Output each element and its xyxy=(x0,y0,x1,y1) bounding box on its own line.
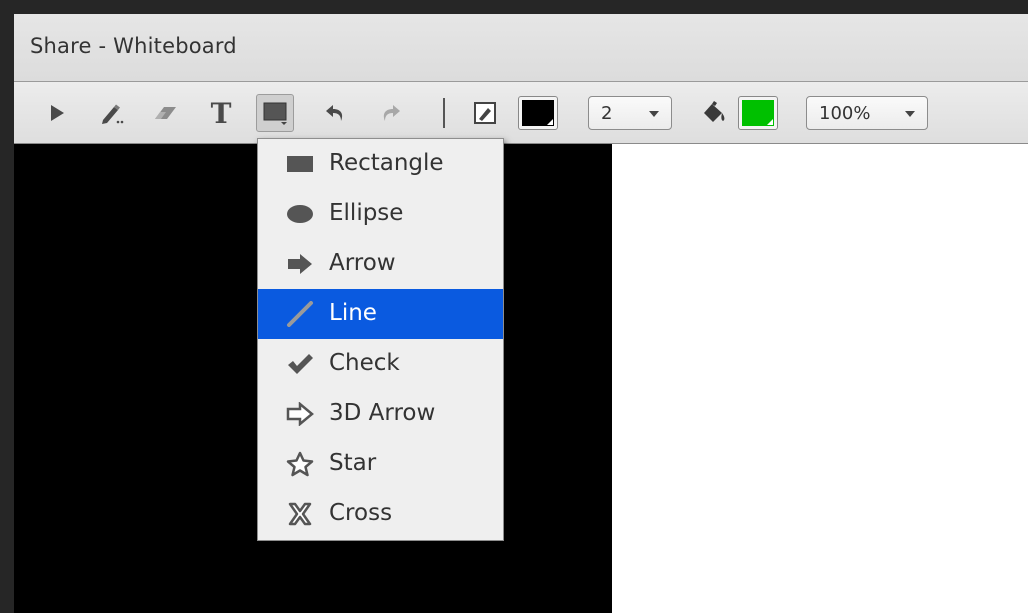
fill-color-swatch[interactable] xyxy=(738,96,778,130)
menu-item-label: Star xyxy=(329,450,377,476)
3d-arrow-icon xyxy=(284,401,316,427)
menu-item-star[interactable]: Star xyxy=(258,439,503,489)
menu-item-cross[interactable]: Cross xyxy=(258,489,503,539)
line-icon xyxy=(284,301,316,327)
whiteboard-toolbar: T 2 100% xyxy=(14,82,1028,144)
shape-menu: Rectangle Ellipse Arrow Line Check 3D Ar… xyxy=(257,138,504,541)
text-tool-button[interactable]: T xyxy=(202,94,240,132)
swatch-dropdown-corner xyxy=(547,119,553,125)
window-title: Share - Whiteboard xyxy=(30,34,237,58)
zoom-value: 100% xyxy=(819,103,871,124)
stroke-width-value: 2 xyxy=(601,103,613,124)
text-icon: T xyxy=(210,96,232,130)
eraser-icon xyxy=(155,107,176,119)
zoom-dropdown[interactable]: 100% xyxy=(806,96,928,130)
selection-tool-button[interactable] xyxy=(38,94,76,132)
undo-button[interactable] xyxy=(316,94,354,132)
chevron-down-icon xyxy=(905,111,915,117)
stroke-style-button[interactable] xyxy=(466,94,504,132)
redo-icon xyxy=(383,105,400,121)
menu-item-rectangle[interactable]: Rectangle xyxy=(258,139,503,189)
shapes-tool-button[interactable] xyxy=(256,94,294,132)
check-icon xyxy=(284,351,316,377)
ellipse-icon xyxy=(284,201,316,227)
fill-bucket-button[interactable] xyxy=(694,94,732,132)
menu-item-line[interactable]: Line xyxy=(258,289,503,339)
eraser-tool-button[interactable] xyxy=(146,94,184,132)
menu-item-label: Ellipse xyxy=(329,200,404,226)
undo-icon xyxy=(326,105,343,121)
rectangle-icon xyxy=(284,151,316,177)
chevron-down-icon xyxy=(649,111,659,117)
whiteboard-canvas[interactable] xyxy=(612,144,1028,613)
menu-item-check[interactable]: Check xyxy=(258,339,503,389)
cross-icon xyxy=(284,501,316,527)
line-color-icon xyxy=(474,102,496,124)
rectangle-shape-icon xyxy=(263,102,287,125)
redo-button[interactable] xyxy=(372,94,410,132)
menu-item-arrow[interactable]: Arrow xyxy=(258,239,503,289)
window-titlebar: Share - Whiteboard xyxy=(14,14,1028,82)
menu-item-label: 3D Arrow xyxy=(329,400,436,426)
menu-item-label: Line xyxy=(329,300,377,326)
pencil-tool-button[interactable] xyxy=(92,94,130,132)
menu-item-3d-arrow[interactable]: 3D Arrow xyxy=(258,389,503,439)
swatch-dropdown-corner xyxy=(767,119,773,125)
menu-item-ellipse[interactable]: Ellipse xyxy=(258,189,503,239)
pointer-icon xyxy=(51,105,64,121)
star-icon xyxy=(284,451,316,477)
menu-item-label: Cross xyxy=(329,500,393,526)
pencil-icon xyxy=(102,104,124,124)
menu-item-label: Check xyxy=(329,350,400,376)
whiteboard-window: Share - Whiteboard T 2 100% Rectangle El… xyxy=(14,14,1028,613)
toolbar-separator xyxy=(443,98,445,128)
stroke-color-swatch[interactable] xyxy=(518,96,558,130)
arrow-icon xyxy=(284,251,316,277)
stroke-width-dropdown[interactable]: 2 xyxy=(588,96,672,130)
menu-item-label: Arrow xyxy=(329,250,396,276)
paint-bucket-icon xyxy=(704,101,725,122)
menu-item-label: Rectangle xyxy=(329,150,444,176)
